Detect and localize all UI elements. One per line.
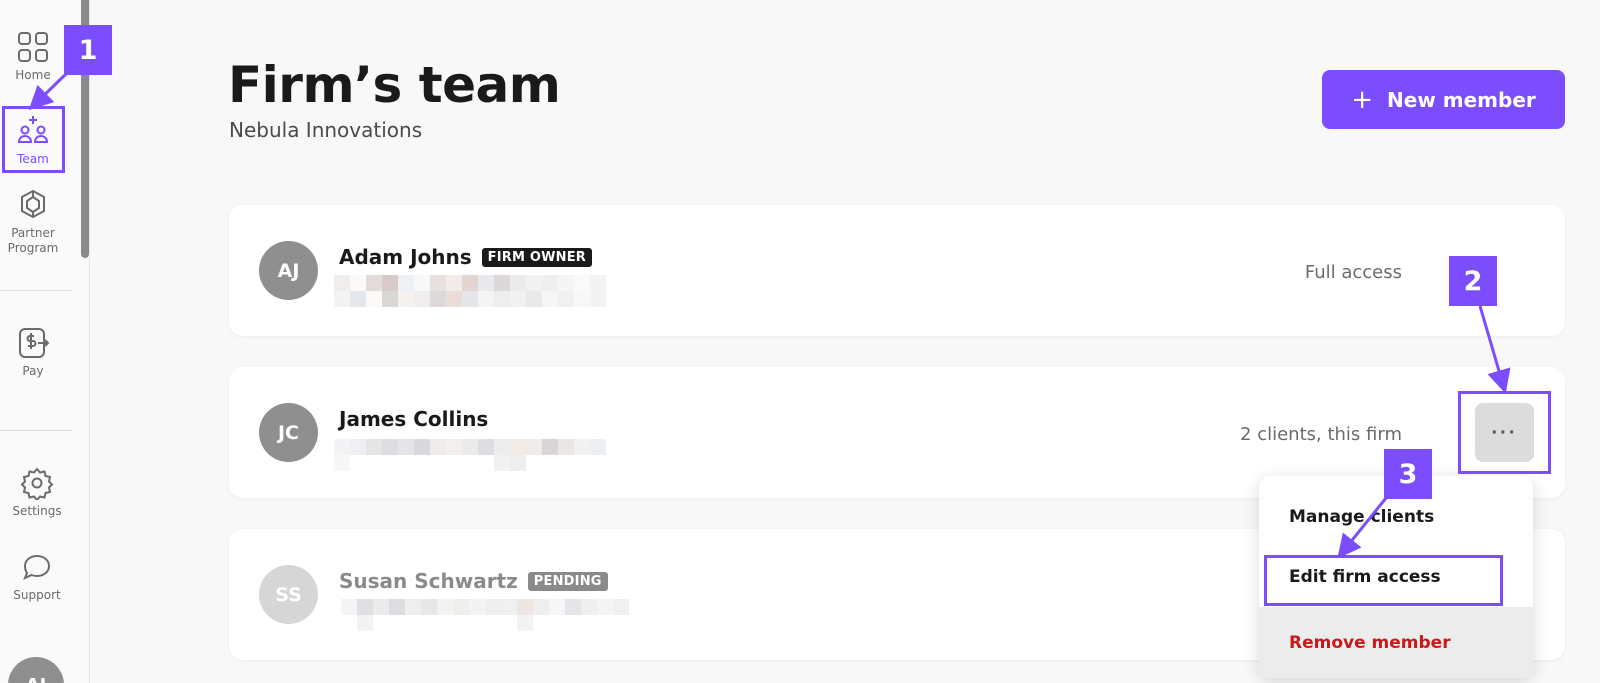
sidebar-item-home[interactable]: Home [0, 30, 66, 83]
highlight-more-options [1458, 391, 1551, 474]
sidebar-item-support[interactable]: Support [4, 550, 70, 603]
step-badge-1: 1 [64, 25, 112, 75]
member-name: Susan Schwartz PENDING [339, 569, 608, 593]
new-member-label: New member [1387, 87, 1536, 112]
avatar: AJ [259, 241, 318, 300]
step-badge-2: 2 [1449, 256, 1497, 306]
sidebar-item-label: Pay [22, 364, 44, 378]
member-card-adam-johns: AJ Adam Johns FIRM OWNER Full access [229, 205, 1565, 336]
avatar: SS [259, 565, 318, 624]
plus-icon: + [1351, 84, 1374, 115]
member-name: Adam Johns FIRM OWNER [339, 245, 593, 269]
sidebar-item-label: Home [15, 68, 51, 82]
step-badge-3: 3 [1384, 449, 1432, 499]
sidebar-item-label: Partner Program [7, 226, 59, 255]
sidebar-item-pay[interactable]: Pay [0, 326, 66, 379]
menu-item-remove-member[interactable]: Remove member [1259, 607, 1533, 678]
sidebar-divider [0, 290, 72, 291]
member-name-text: James Collins [339, 407, 489, 431]
sidebar: Home Team Partner Program Pay Settings S… [0, 0, 90, 683]
sidebar-item-partner-program[interactable]: Partner Program [0, 188, 66, 256]
access-level: Full access [1304, 262, 1402, 283]
new-member-button[interactable]: + New member [1322, 70, 1565, 129]
redacted-email [334, 439, 634, 471]
member-name-text: Adam Johns [339, 245, 472, 269]
page-title: Firm’s team [228, 56, 561, 114]
access-level: 2 clients, this firm [1240, 424, 1402, 445]
redacted-email [341, 599, 641, 631]
sidebar-divider [0, 430, 72, 431]
highlight-edit-firm-access [1264, 555, 1503, 606]
firm-owner-badge: FIRM OWNER [481, 248, 593, 267]
member-name: James Collins [339, 407, 488, 431]
highlight-team-nav [2, 106, 65, 173]
chat-bubble-icon [23, 554, 51, 580]
redacted-email [334, 275, 634, 307]
grid-icon [18, 32, 48, 62]
sidebar-item-settings[interactable]: Settings [4, 466, 70, 519]
firm-name: Nebula Innovations [229, 118, 423, 142]
user-avatar[interactable]: AJ [8, 657, 64, 683]
dollar-transfer-icon [19, 328, 50, 358]
sidebar-item-label: Settings [12, 504, 62, 518]
sidebar-item-label: Support [13, 588, 61, 602]
pending-badge: PENDING [527, 572, 608, 591]
gem-icon [21, 189, 45, 219]
gear-icon [20, 467, 54, 500]
avatar: JC [259, 403, 318, 462]
member-name-text: Susan Schwartz [339, 569, 518, 593]
